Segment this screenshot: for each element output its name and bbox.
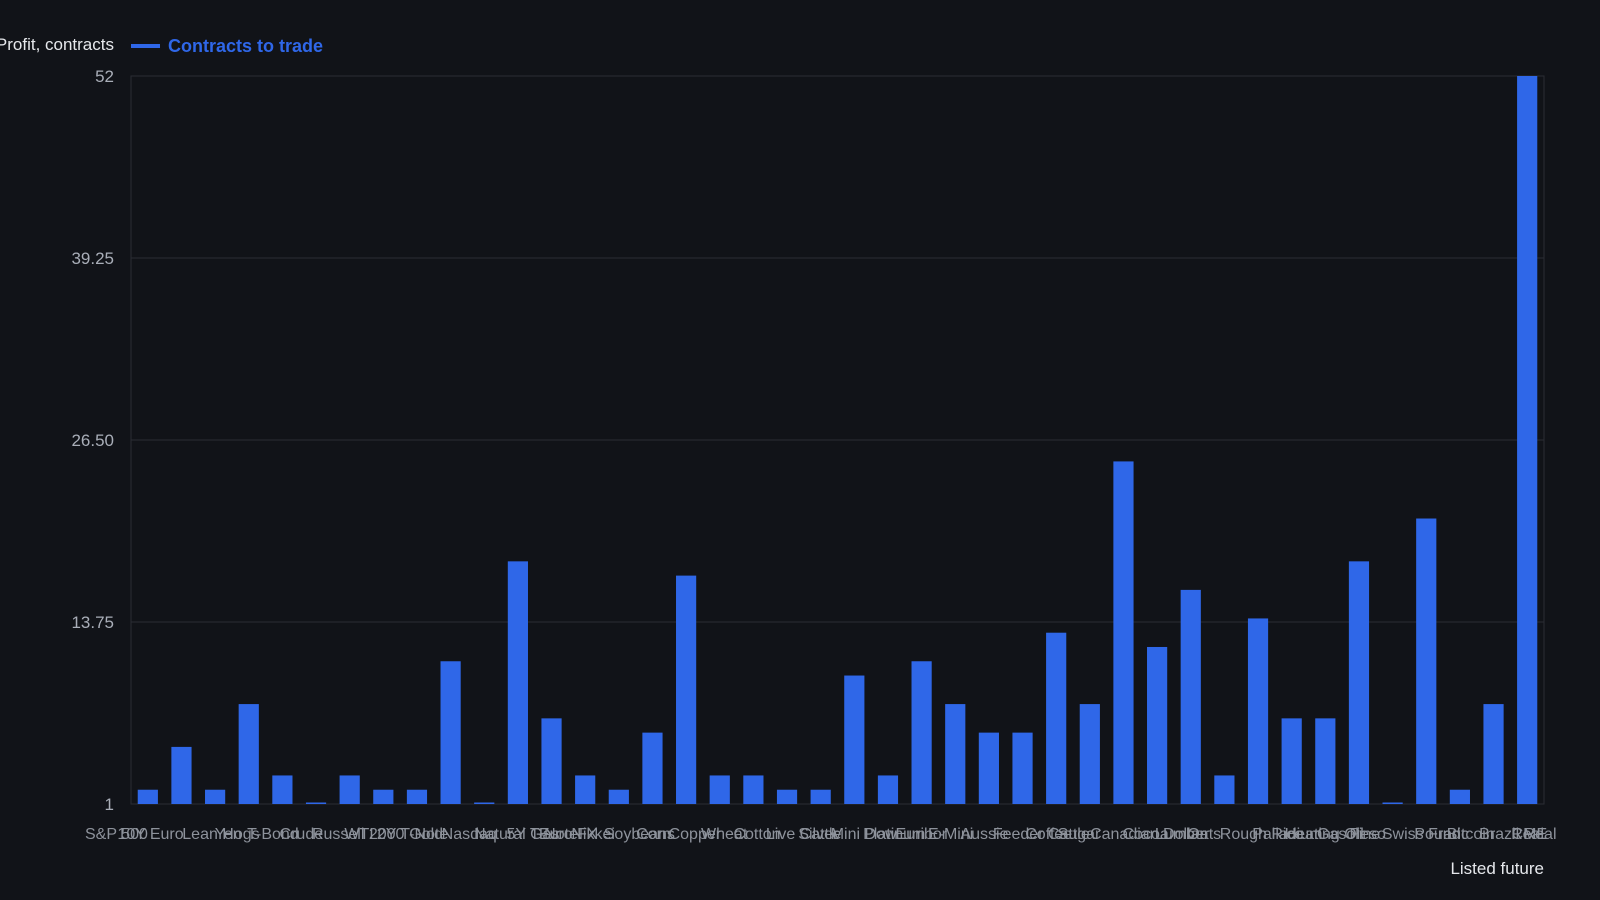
chart-canvas: 1 13.75 26.50 39.25 52 S&P 50010Y EuroLean Ho… — [0, 35, 1557, 878]
bar[interactable] — [642, 732, 663, 804]
bar[interactable] — [1315, 718, 1336, 804]
bar[interactable] — [507, 561, 528, 804]
bar[interactable] — [1180, 589, 1201, 804]
bar[interactable] — [1416, 518, 1437, 804]
bar[interactable] — [1449, 789, 1470, 804]
y-axis-tick-labels: 1 13.75 26.50 39.25 52 — [71, 67, 114, 814]
bar[interactable] — [406, 789, 428, 804]
x-axis-title: Listed future — [1450, 859, 1544, 878]
x-tick-label: WTI — [344, 826, 373, 843]
x-tick-label: Corn — [636, 826, 671, 843]
bar[interactable] — [1382, 802, 1403, 805]
bar[interactable] — [205, 789, 226, 804]
bar[interactable] — [474, 802, 495, 805]
bar[interactable] — [575, 775, 596, 804]
bar[interactable] — [171, 746, 192, 804]
bar[interactable] — [844, 675, 865, 804]
x-tick-label: Peso — [1349, 826, 1386, 843]
bar[interactable] — [1247, 618, 1269, 804]
bar[interactable] — [676, 575, 697, 804]
bar[interactable] — [137, 789, 158, 804]
y-tick-label: 26.50 — [71, 431, 114, 450]
bar[interactable] — [541, 718, 562, 804]
x-tick-label: Real — [1511, 826, 1544, 843]
bar[interactable] — [743, 775, 764, 804]
bar[interactable] — [911, 661, 932, 804]
x-tick-label: Gold — [409, 826, 443, 843]
bar[interactable] — [440, 661, 461, 804]
x-axis-tick-labels: S&P 50010Y EuroLean HogsYen T-BondCrudeRus… — [85, 826, 1557, 843]
bar[interactable] — [1517, 76, 1538, 804]
bar[interactable] — [709, 775, 730, 804]
y-tick-label: 1 — [105, 795, 114, 814]
bar[interactable] — [1214, 775, 1235, 804]
bar[interactable] — [877, 775, 899, 804]
bar[interactable] — [1483, 704, 1504, 804]
bar-chart: 1 13.75 26.50 39.25 52 S&P 500 10Y Euro Lean Ho… — [0, 0, 1600, 900]
x-tick-label: 10Y — [117, 826, 146, 843]
bar[interactable] — [1147, 646, 1168, 804]
y-tick-label: 52 — [95, 67, 114, 86]
bar[interactable] — [1348, 561, 1370, 804]
bar[interactable] — [272, 775, 293, 804]
bar[interactable] — [1012, 732, 1033, 804]
bar[interactable] — [945, 704, 966, 804]
bar[interactable] — [305, 802, 327, 805]
bar[interactable] — [608, 789, 629, 804]
bar[interactable] — [238, 704, 259, 804]
bar[interactable] — [810, 789, 831, 804]
bar[interactable] — [776, 789, 798, 804]
grid-lines — [131, 75, 1544, 805]
x-tick-label: Yen — [215, 826, 242, 843]
bar[interactable] — [339, 775, 360, 804]
bar[interactable] — [373, 789, 394, 804]
legend-label: Contracts to trade — [168, 36, 323, 56]
bar[interactable] — [978, 732, 999, 804]
bar[interactable] — [1281, 718, 1302, 804]
x-tick-label: Oats — [1187, 826, 1221, 843]
bar[interactable] — [1046, 632, 1067, 804]
y-tick-label: 13.75 — [71, 613, 114, 632]
legend[interactable]: Contracts to trade — [131, 36, 323, 56]
bar[interactable] — [1079, 704, 1100, 804]
bar[interactable] — [1113, 461, 1134, 804]
x-tick-label: Euro — [150, 826, 184, 843]
y-tick-label: 39.25 — [71, 249, 114, 268]
y-axis-title: Profit, contracts — [0, 35, 114, 54]
